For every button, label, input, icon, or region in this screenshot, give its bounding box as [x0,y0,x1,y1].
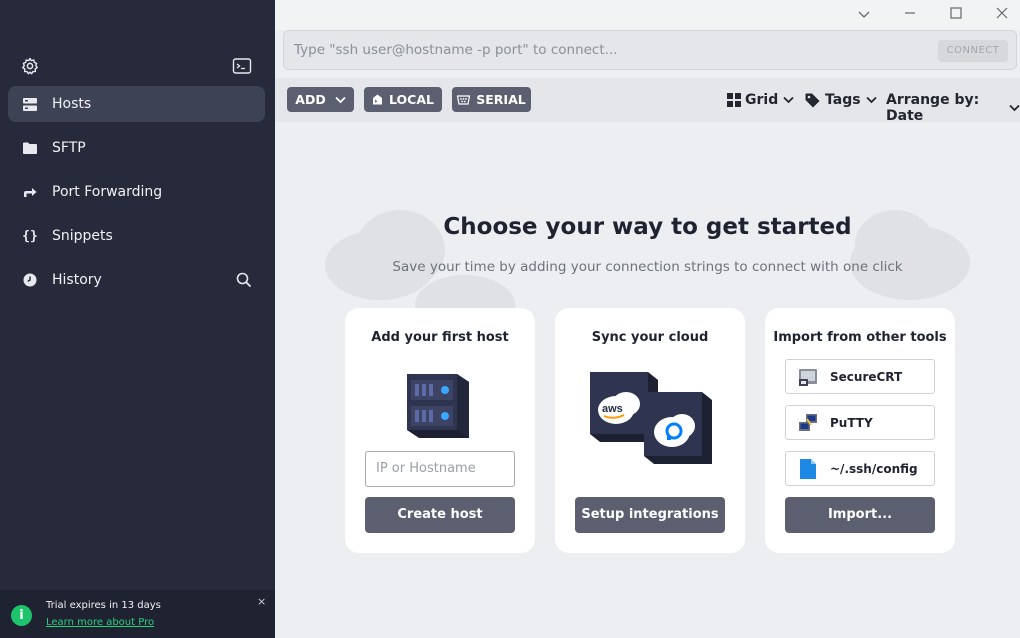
sidebar-item-snippets[interactable]: {} Snippets [8,218,265,254]
setup-integrations-button[interactable]: Setup integrations [575,497,725,533]
trial-banner: i Trial expires in 13 days Learn more ab… [0,590,275,638]
add-button[interactable]: ADD [287,87,354,112]
serial-label: SERIAL [476,92,526,107]
close-window-icon[interactable] [993,6,1011,24]
grid-icon [727,93,741,107]
sidebar-item-label: History [52,272,102,288]
add-host-card: Add your first host IP or Hostname Creat… [345,308,535,553]
sidebar-item-history[interactable]: History [8,262,265,298]
grid-view-dropdown[interactable]: Grid [727,92,794,108]
sidebar-item-label: Port Forwarding [52,184,163,200]
trial-text: Trial expires in 13 days [46,600,161,611]
hostname-input[interactable]: IP or Hostname [365,451,515,487]
terminal-icon[interactable] [232,57,252,75]
tags-dropdown[interactable]: Tags [805,92,877,108]
import-securecrt-button[interactable]: SecureCRT [785,359,935,394]
sidebar-top-bar [0,52,275,80]
settings-gear-icon[interactable] [20,56,40,76]
import-button[interactable]: Import... [785,497,935,533]
sidebar-item-label: SFTP [52,140,86,156]
chevron-down-icon [1009,104,1020,112]
learn-more-link[interactable]: Learn more about Pro [46,617,154,628]
connect-bar[interactable]: Type "ssh user@hostname -p port" to conn… [283,30,1017,70]
page-subtitle: Save your time by adding your connection… [392,259,903,275]
chevron-down-icon[interactable] [855,6,873,24]
create-host-button[interactable]: Create host [365,497,515,533]
file-icon [786,458,830,480]
import-ssh-config-button[interactable]: ~/.ssh/config [785,451,935,486]
sidebar-item-label: Snippets [52,228,113,244]
maximize-icon[interactable] [947,6,965,24]
sidebar-item-label: Hosts [52,96,92,112]
arrange-label: Arrange by: Date [886,92,980,124]
chevron-down-icon [865,96,877,104]
add-label: ADD [295,92,326,107]
close-icon[interactable]: × [257,595,266,608]
server-illustration-icon [403,368,475,444]
tags-label: Tags [825,92,861,108]
folder-icon [8,142,52,154]
sidebar-item-sftp[interactable]: SFTP [8,130,265,166]
putty-icon [786,413,830,433]
braces-icon: {} [22,228,38,244]
info-icon: i [11,605,32,626]
connect-button[interactable]: CONNECT [938,40,1008,62]
hosts-icon [8,97,52,111]
card-title: Add your first host [371,330,509,345]
cloud-sync-illustration-icon: aws [588,370,714,470]
main-area: Type "ssh user@hostname -p port" to conn… [275,0,1020,638]
connect-input[interactable]: Type "ssh user@hostname -p port" to conn… [294,42,618,58]
page-title: Choose your way to get started [443,214,852,240]
local-terminal-icon [372,94,383,105]
card-title: Import from other tools [773,330,947,345]
tool-label: SecureCRT [830,369,903,384]
import-tools-card: Import from other tools SecureCRT PuTTY … [765,308,955,553]
chevron-down-icon [335,96,346,104]
local-button[interactable]: LOCAL [364,87,442,112]
minimize-icon[interactable] [901,6,919,24]
sidebar-item-port-forwarding[interactable]: Port Forwarding [8,174,265,210]
serial-button[interactable]: SERIAL [452,87,531,112]
tag-icon [805,93,820,108]
toolbar: ADD LOCAL SERIAL Grid Tags Arrange by: D… [275,78,1020,124]
svg-text:aws: aws [602,403,623,415]
sidebar-item-hosts[interactable]: Hosts [8,86,265,122]
arrange-dropdown[interactable]: Arrange by: Date [886,92,1020,124]
sync-cloud-card: Sync your cloud aws Setup integrations [555,308,745,553]
chevron-down-icon [783,96,794,104]
title-bar [275,0,1020,30]
tool-label: PuTTY [830,415,873,430]
import-putty-button[interactable]: PuTTY [785,405,935,440]
grid-label: Grid [745,92,779,108]
port-forwarding-icon [8,186,52,198]
card-title: Sync your cloud [591,330,709,345]
securecrt-icon [786,367,830,387]
serial-port-icon [457,94,471,105]
sidebar: Hosts SFTP Port Forwarding {} Snippets H… [0,0,275,638]
tool-label: ~/.ssh/config [830,461,918,476]
local-label: LOCAL [389,92,434,107]
search-icon[interactable] [235,271,253,289]
clock-icon [8,273,52,287]
